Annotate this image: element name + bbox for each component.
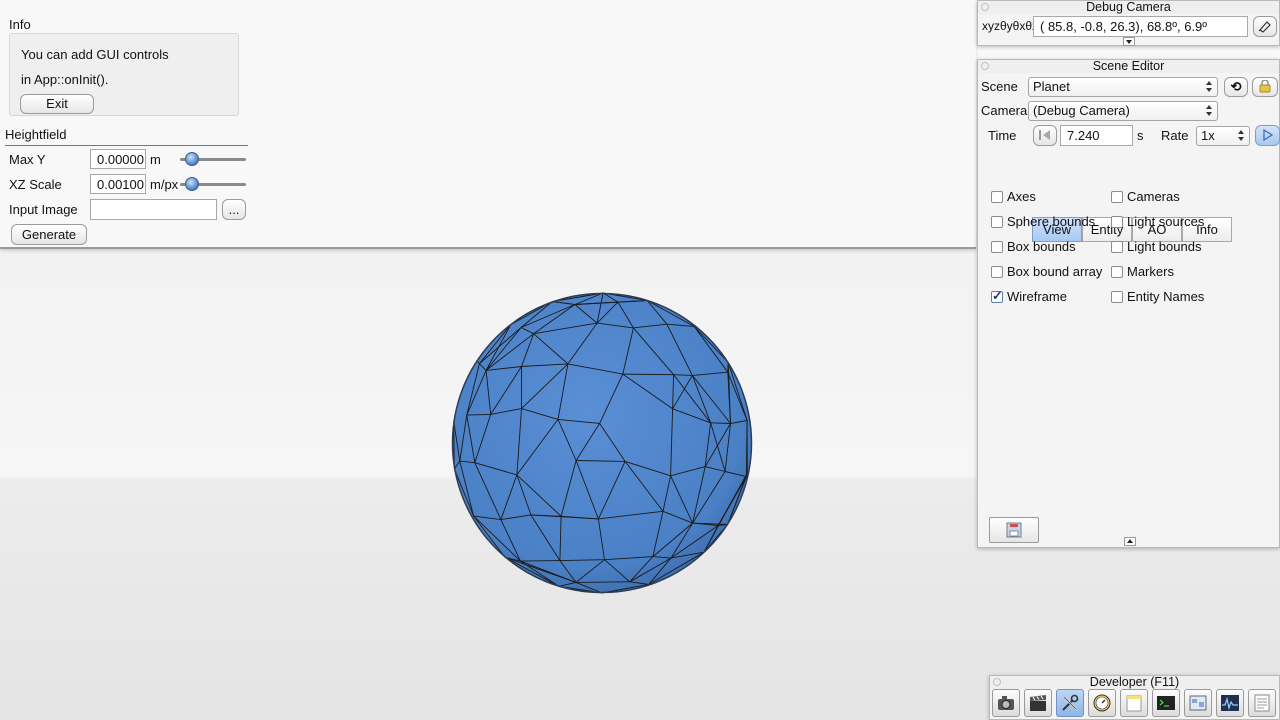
input-image-field[interactable] xyxy=(90,199,217,220)
checkbox-light-bounds[interactable] xyxy=(1111,241,1123,253)
max-y-slider-knob[interactable] xyxy=(185,152,200,166)
console-icon[interactable] xyxy=(1152,689,1180,717)
xz-scale-input[interactable]: 0.00100 xyxy=(90,174,146,194)
input-image-label: Input Image xyxy=(9,202,78,217)
checkbox-cameras-label: Cameras xyxy=(1127,189,1180,204)
checkbox-markers-label: Markers xyxy=(1127,264,1174,279)
rewind-icon[interactable] xyxy=(1033,125,1057,146)
checkbox-entity-names[interactable] xyxy=(1111,291,1123,303)
scene-editor-title: Scene Editor xyxy=(978,60,1279,73)
wrench-screwdriver-icon[interactable] xyxy=(1056,689,1084,717)
rate-label: Rate xyxy=(1161,128,1189,143)
window-layout-icon[interactable] xyxy=(1184,689,1212,717)
info-line-2: in App::onInit(). xyxy=(21,72,109,87)
camera-label: Camera xyxy=(981,103,1028,118)
info-line-1: You can add GUI controls xyxy=(21,47,169,62)
checkbox-light-sources[interactable] xyxy=(1111,216,1123,228)
copy-icon[interactable] xyxy=(1253,16,1277,37)
debug-camera-title: Debug Camera xyxy=(978,1,1279,14)
scene-label: Scene xyxy=(981,79,1018,94)
exit-button[interactable]: Exit xyxy=(20,94,94,114)
checkbox-axes-label: Axes xyxy=(1007,189,1036,204)
save-icon[interactable] xyxy=(989,517,1039,543)
checkbox-light-bounds-label: Light bounds xyxy=(1127,239,1202,254)
scene-dropdown[interactable]: Planet xyxy=(1028,77,1218,97)
camera-dropdown-value: (Debug Camera) xyxy=(1033,103,1130,118)
checkbox-markers[interactable] xyxy=(1111,266,1123,278)
dropdown-arrows-icon xyxy=(1238,129,1244,142)
close-icon[interactable] xyxy=(981,3,989,11)
checkbox-box-bounds-label: Box bounds xyxy=(1007,239,1076,254)
close-icon[interactable] xyxy=(993,678,1001,686)
xyz-label: xyzθyθxθz xyxy=(982,19,1039,33)
checkbox-box-bounds[interactable] xyxy=(991,241,1003,253)
heightfield-divider xyxy=(5,145,248,146)
max-y-input[interactable]: 0.00000 xyxy=(90,149,146,169)
rate-dropdown-value: 1x xyxy=(1201,128,1215,143)
film-clapper-icon[interactable] xyxy=(1024,689,1052,717)
profiler-graph-icon[interactable] xyxy=(1216,689,1244,717)
camera-coordinates-field[interactable]: ( 85.8, -0.8, 26.3), 68.8º, 6.9º xyxy=(1033,16,1248,37)
app-gui-pane: Info You can add GUI controls in App::on… xyxy=(0,0,976,249)
heightfield-title: Heightfield xyxy=(5,127,67,142)
checkbox-wireframe[interactable] xyxy=(991,288,1003,304)
chevron-down-icon[interactable] xyxy=(1123,37,1135,46)
play-icon[interactable] xyxy=(1255,125,1280,146)
browse-button[interactable]: ... xyxy=(222,199,246,220)
chevron-up-icon[interactable] xyxy=(1124,537,1136,546)
wireframe-edge xyxy=(520,560,560,562)
generate-button[interactable]: Generate xyxy=(11,224,87,245)
time-label: Time xyxy=(988,128,1017,143)
max-y-label: Max Y xyxy=(9,152,46,167)
camera-dropdown[interactable]: (Debug Camera) xyxy=(1028,101,1218,121)
checkbox-box-bound-array[interactable] xyxy=(991,266,1003,278)
debug-camera-window: Debug Camera xyzθyθxθz ( 85.8, -0.8, 26.… xyxy=(977,0,1280,46)
checkbox-axes[interactable] xyxy=(991,191,1003,203)
checkbox-light-sources-label: Light sources xyxy=(1127,214,1205,229)
wireframe-edge xyxy=(622,373,674,376)
wireframe-sphere xyxy=(451,292,753,594)
checkbox-sphere-bounds-label: Sphere bounds xyxy=(1007,214,1096,229)
wireframe-edge xyxy=(575,581,630,583)
info-title: Info xyxy=(9,17,31,32)
info-panel: You can add GUI controls in App::onInit(… xyxy=(9,33,239,116)
scene-editor-window: Scene Editor Scene Planet ⟲ Camera (Debu… xyxy=(977,59,1280,548)
time-input[interactable]: 7.240 xyxy=(1060,125,1133,146)
xz-scale-label: XZ Scale xyxy=(9,177,62,192)
xz-scale-unit: m/px xyxy=(150,177,179,192)
checkbox-cameras[interactable] xyxy=(1111,191,1123,203)
checkbox-entity-names-label: Entity Names xyxy=(1127,289,1205,304)
xz-scale-slider-knob[interactable] xyxy=(185,177,200,191)
document-icon[interactable] xyxy=(1248,689,1276,717)
developer-title: Developer (F11) xyxy=(990,676,1279,689)
rate-dropdown[interactable]: 1x xyxy=(1196,126,1250,146)
checkbox-box-bound-array-label: Box bound array xyxy=(1007,264,1103,279)
scene-dropdown-value: Planet xyxy=(1033,79,1070,94)
checkbox-wireframe-label: Wireframe xyxy=(1007,289,1067,304)
sticky-note-icon[interactable] xyxy=(1120,689,1148,717)
dropdown-arrows-icon xyxy=(1206,104,1212,117)
dropdown-arrows-icon xyxy=(1206,80,1212,93)
gauge-icon[interactable] xyxy=(1088,689,1116,717)
camera-icon[interactable] xyxy=(992,689,1020,717)
checkbox-sphere-bounds[interactable] xyxy=(991,216,1003,228)
time-unit: s xyxy=(1137,128,1144,143)
reload-icon[interactable]: ⟲ xyxy=(1224,77,1248,97)
close-icon[interactable] xyxy=(981,62,989,70)
max-y-unit: m xyxy=(150,152,161,167)
lock-icon[interactable] xyxy=(1252,77,1278,97)
